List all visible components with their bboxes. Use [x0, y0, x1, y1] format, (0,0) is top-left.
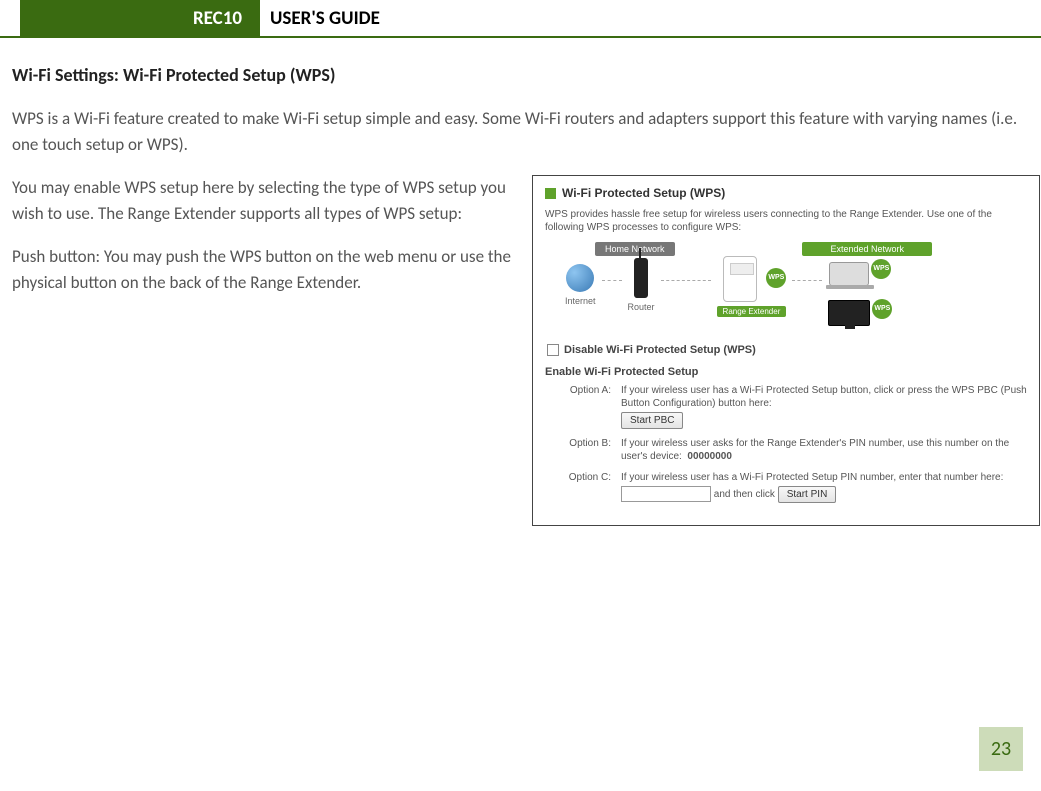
wps-badge-icon: WPS: [872, 299, 892, 319]
wps-badge-icon: WPS: [871, 259, 891, 279]
pin-input[interactable]: [621, 486, 711, 502]
link-line: [602, 280, 622, 281]
wps-badge-icon: WPS: [766, 268, 786, 288]
extender-icon: [723, 256, 757, 302]
laptop-icon: [829, 262, 869, 286]
wps-settings-screenshot: Wi-Fi Protected Setup (WPS) WPS provides…: [532, 175, 1040, 526]
globe-icon: [566, 264, 594, 292]
router-icon: [634, 258, 648, 298]
router-device: Router: [628, 250, 655, 312]
page-number: 23: [979, 727, 1023, 771]
option-a-label: Option A:: [545, 384, 621, 429]
extender-device: WPS Range Extender: [717, 250, 787, 317]
option-a-text: If your wireless user has a Wi-Fi Protec…: [621, 385, 1027, 409]
product-name: REC10: [193, 7, 242, 30]
option-c-text: If your wireless user has a Wi-Fi Protec…: [621, 472, 1003, 483]
intro-paragraph-2: You may enable WPS setup here by selecti…: [12, 175, 512, 226]
intro-paragraph-1: WPS is a Wi-Fi feature created to make W…: [12, 106, 1031, 157]
option-c-row: Option C: If your wireless user has a Wi…: [545, 471, 1027, 503]
and-then-text: and then click: [714, 489, 775, 500]
option-b-row: Option B: If your wireless user asks for…: [545, 437, 1027, 463]
section-marker-icon: [545, 188, 556, 199]
client-devices: WPS WPS: [828, 250, 892, 328]
link-line: [792, 280, 822, 281]
product-badge: REC10: [20, 0, 260, 36]
option-b-label: Option B:: [545, 437, 621, 463]
option-a-row: Option A: If your wireless user has a Wi…: [545, 384, 1027, 429]
internet-device: Internet: [565, 250, 596, 306]
intro-paragraph-3: Push button: You may push the WPS button…: [12, 244, 512, 295]
panel-subtitle: WPS provides hassle free setup for wirel…: [545, 208, 1027, 234]
option-c-label: Option C:: [545, 471, 621, 503]
doc-title: USER'S GUIDE: [260, 0, 380, 36]
home-network-label: Home Network: [595, 242, 675, 256]
start-pbc-button[interactable]: Start PBC: [621, 412, 683, 429]
section-heading: Wi-Fi Settings: Wi-Fi Protected Setup (W…: [12, 64, 1031, 86]
pin-number: 00000000: [687, 451, 732, 462]
header-bar: REC10 USER'S GUIDE: [0, 0, 1041, 38]
extender-label: Range Extender: [717, 306, 787, 317]
enable-wps-heading: Enable Wi-Fi Protected Setup: [545, 366, 1027, 378]
router-label: Router: [628, 302, 655, 312]
disable-wps-checkbox[interactable]: [547, 344, 559, 356]
option-b-text: If your wireless user asks for the Range…: [621, 438, 1009, 462]
disable-wps-label: Disable Wi-Fi Protected Setup (WPS): [564, 344, 756, 356]
panel-title: Wi-Fi Protected Setup (WPS): [562, 186, 725, 200]
tv-icon: [828, 300, 870, 326]
internet-label: Internet: [565, 296, 596, 306]
page-content: Wi-Fi Settings: Wi-Fi Protected Setup (W…: [0, 38, 1041, 526]
network-diagram: Home Network Extended Network Internet R…: [545, 244, 1027, 338]
extended-network-label: Extended Network: [802, 242, 932, 256]
link-line: [661, 280, 711, 281]
disable-wps-row: Disable Wi-Fi Protected Setup (WPS): [547, 344, 1027, 356]
start-pin-button[interactable]: Start PIN: [778, 486, 837, 503]
